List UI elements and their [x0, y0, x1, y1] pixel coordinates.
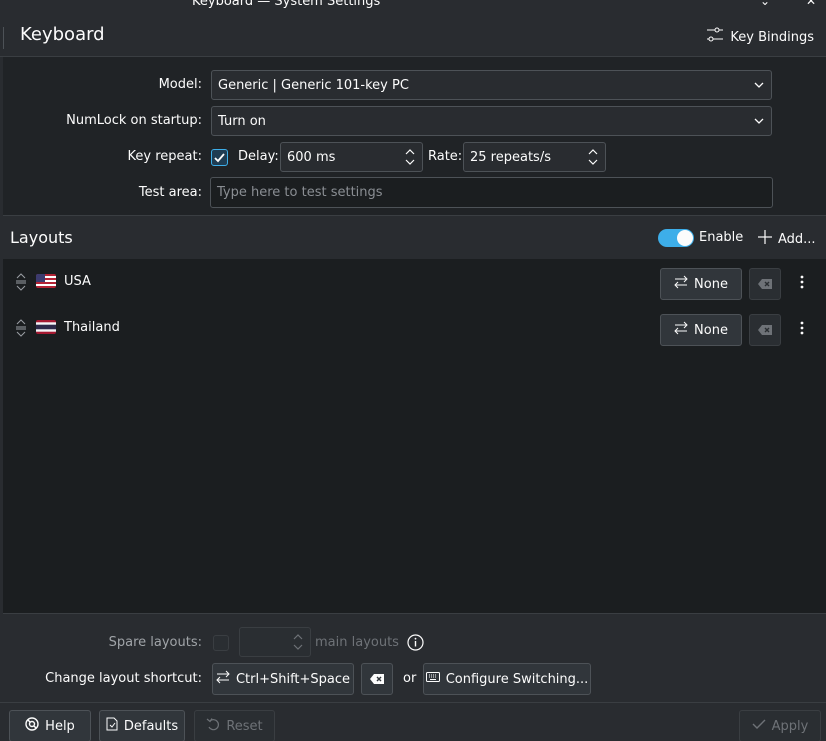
layout-name: Thailand: [64, 320, 120, 335]
drag-handle-icon[interactable]: [15, 319, 27, 341]
layout-row-thailand[interactable]: Thailand None: [3, 308, 826, 348]
shortcut-label: None: [694, 322, 728, 338]
change-layout-shortcut-button[interactable]: Ctrl+Shift+Space: [212, 663, 354, 695]
delay-spinbox[interactable]: 600 ms: [280, 142, 423, 172]
model-label: Model:: [158, 77, 202, 92]
layouts-list: USA None Thailand None: [3, 259, 826, 613]
help-label: Help: [45, 718, 75, 734]
header-separator: [3, 27, 4, 49]
spare-layouts-checkbox[interactable]: [213, 635, 229, 651]
shortcut-value: Ctrl+Shift+Space: [235, 671, 351, 687]
model-combobox[interactable]: Generic | Generic 101-key PC: [211, 70, 772, 100]
layout-row-usa[interactable]: USA None: [3, 262, 826, 302]
plus-icon: [757, 229, 773, 249]
backspace-icon: [758, 279, 772, 289]
window-titlebar: Keyboard — System Settings ⌄ ⌃ ✕: [0, 0, 826, 10]
layouts-title: Layouts: [10, 228, 73, 247]
swap-icon: [216, 670, 230, 688]
swap-icon: [674, 321, 688, 339]
test-area-placeholder: Type here to test settings: [217, 185, 383, 200]
backspace-icon: [758, 325, 772, 335]
dialog-button-bar: Help Defaults Reset Apply: [0, 702, 826, 741]
keyboard-icon: [425, 671, 440, 687]
numlock-combobox[interactable]: Turn on: [211, 106, 772, 136]
key-bindings-label: Key Bindings: [730, 29, 814, 45]
layouts-header: Layouts Enable Add...: [3, 216, 826, 259]
maximize-icon[interactable]: ⌃: [784, 0, 794, 8]
change-layout-shortcut-label: Change layout shortcut:: [45, 671, 202, 686]
numlock-label: NumLock on startup:: [66, 113, 202, 128]
key-repeat-label: Key repeat:: [127, 149, 202, 164]
layout-options-panel: [3, 613, 826, 702]
thailand-flag-icon: [36, 320, 56, 334]
test-area-input[interactable]: Type here to test settings: [210, 177, 773, 208]
help-button[interactable]: Help: [9, 710, 91, 741]
drag-handle-icon[interactable]: [15, 273, 27, 295]
layouts-enable-toggle[interactable]: [658, 229, 694, 247]
rate-spinbox[interactable]: 25 repeats/s: [463, 142, 606, 172]
key-repeat-checkbox[interactable]: [211, 149, 228, 166]
window-title: Keyboard — System Settings: [192, 0, 381, 9]
clear-shortcut-button[interactable]: [749, 314, 781, 346]
chevron-down-icon: [753, 115, 765, 127]
help-icon: [25, 717, 39, 735]
spin-arrows-icon[interactable]: [404, 147, 416, 167]
info-icon[interactable]: [407, 634, 424, 655]
document-icon: [106, 717, 118, 735]
undo-icon: [206, 717, 220, 735]
checkmark-icon: [214, 153, 225, 163]
apply-button[interactable]: Apply: [739, 710, 821, 741]
us-flag-icon: [36, 274, 56, 288]
or-label: or: [403, 671, 417, 686]
main-layouts-label: main layouts: [315, 635, 399, 650]
add-layout-button[interactable]: Add...: [757, 229, 816, 249]
add-label: Add...: [778, 231, 816, 247]
minimize-icon[interactable]: ⌄: [760, 0, 770, 8]
delay-label: Delay:: [238, 149, 279, 164]
layout-shortcut-button[interactable]: None: [660, 268, 742, 300]
sliders-icon: [706, 26, 724, 48]
rate-value: 25 repeats/s: [470, 149, 551, 165]
reset-label: Reset: [226, 718, 263, 734]
toggle-knob: [677, 230, 693, 246]
more-options-icon[interactable]: [798, 320, 806, 340]
configure-switching-button[interactable]: Configure Switching...: [423, 663, 591, 695]
layout-shortcut-button[interactable]: None: [660, 314, 742, 346]
page-title: Keyboard: [20, 24, 105, 45]
close-icon[interactable]: ✕: [806, 0, 816, 8]
reset-button[interactable]: Reset: [194, 710, 275, 741]
spin-arrows-icon[interactable]: [587, 147, 599, 167]
swap-icon: [674, 275, 688, 293]
numlock-value: Turn on: [218, 113, 266, 129]
clear-layout-shortcut-button[interactable]: [361, 663, 393, 695]
chevron-down-icon: [753, 79, 765, 91]
model-value: Generic | Generic 101-key PC: [218, 77, 409, 93]
spin-arrows-icon[interactable]: [292, 632, 304, 652]
test-area-label: Test area:: [138, 185, 202, 200]
backspace-icon: [370, 674, 384, 684]
page-header: Keyboard Key Bindings: [0, 10, 826, 57]
enable-label: Enable: [699, 230, 744, 245]
clear-shortcut-button[interactable]: [749, 268, 781, 300]
more-options-icon[interactable]: [798, 274, 806, 294]
layout-name: USA: [64, 274, 91, 289]
defaults-button[interactable]: Defaults: [99, 710, 185, 741]
configure-switching-label: Configure Switching...: [445, 671, 589, 687]
rate-label: Rate:: [428, 149, 463, 164]
checkmark-icon: [752, 718, 766, 734]
shortcut-label: None: [694, 276, 728, 292]
defaults-label: Defaults: [123, 718, 179, 734]
spare-layouts-label: Spare layouts:: [108, 635, 202, 650]
spare-layouts-spinbox[interactable]: [239, 627, 311, 657]
apply-label: Apply: [771, 718, 809, 734]
key-bindings-button[interactable]: Key Bindings: [706, 26, 814, 48]
delay-value: 600 ms: [287, 149, 336, 165]
